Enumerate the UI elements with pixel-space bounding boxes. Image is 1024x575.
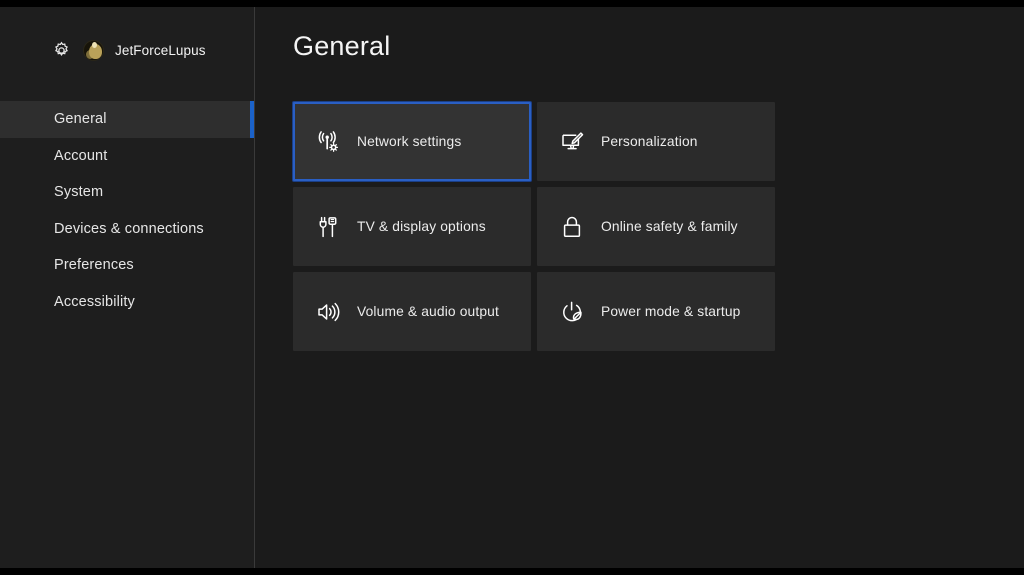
network-antenna-gear-icon <box>316 130 340 154</box>
tile-label: Network settings <box>357 134 462 149</box>
sidebar-item-general[interactable]: General <box>0 101 255 138</box>
tile-label: Personalization <box>601 134 698 149</box>
power-leaf-icon <box>560 300 584 324</box>
tile-personalization[interactable]: Personalization <box>537 102 775 181</box>
settings-tile-grid: Network settings Personalization TV & di… <box>293 102 775 351</box>
main-panel: General Network settings Personalization… <box>255 7 1024 568</box>
gear-icon[interactable] <box>52 41 71 60</box>
sidebar-item-accessibility[interactable]: Accessibility <box>0 284 255 321</box>
gamertag-label: JetForceLupus <box>115 42 206 58</box>
cable-plugs-icon <box>316 215 340 239</box>
sidebar-item-account[interactable]: Account <box>0 138 255 175</box>
sidebar: JetForceLupus General Account System Dev… <box>0 7 255 568</box>
sidebar-item-label: Devices & connections <box>54 220 204 237</box>
tile-tv-display-options[interactable]: TV & display options <box>293 187 531 266</box>
tile-label: Power mode & startup <box>601 304 741 319</box>
sidebar-item-label: Preferences <box>54 257 134 274</box>
sidebar-item-label: General <box>54 111 107 128</box>
xbox-settings-screen: JetForceLupus General Account System Dev… <box>0 0 1024 575</box>
speaker-waves-icon <box>316 300 340 324</box>
lock-icon <box>560 215 584 239</box>
tile-label: TV & display options <box>357 219 486 234</box>
sidebar-item-label: System <box>54 184 104 201</box>
content-area: JetForceLupus General Account System Dev… <box>0 7 1024 568</box>
tile-network-settings[interactable]: Network settings <box>293 102 531 181</box>
sidebar-item-devices-connections[interactable]: Devices & connections <box>0 211 255 248</box>
sidebar-item-label: Accessibility <box>54 293 135 310</box>
tile-label: Online safety & family <box>601 219 738 234</box>
tile-power-mode-startup[interactable]: Power mode & startup <box>537 272 775 351</box>
sidebar-item-label: Account <box>54 147 108 164</box>
monitor-pencil-icon <box>560 130 584 154</box>
sidebar-item-preferences[interactable]: Preferences <box>0 247 255 284</box>
tile-label: Volume & audio output <box>357 304 499 319</box>
profile-row[interactable]: JetForceLupus <box>0 31 255 69</box>
sidebar-item-system[interactable]: System <box>0 174 255 211</box>
page-title: General <box>293 31 391 61</box>
avatar-shape-highlight <box>92 41 97 48</box>
avatar[interactable] <box>83 39 104 61</box>
tile-online-safety-family[interactable]: Online safety & family <box>537 187 775 266</box>
tile-volume-audio-output[interactable]: Volume & audio output <box>293 272 531 351</box>
sidebar-nav: General Account System Devices & connect… <box>0 101 255 320</box>
